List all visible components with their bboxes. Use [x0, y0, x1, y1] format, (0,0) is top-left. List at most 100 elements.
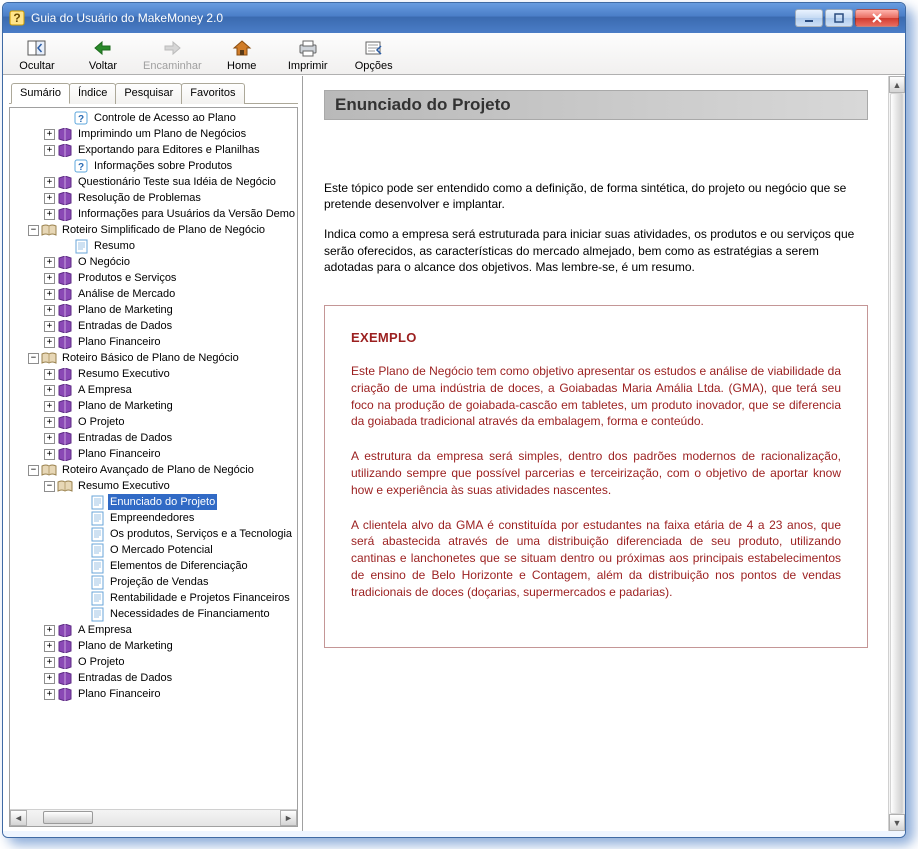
- tree-item-label: O Projeto: [76, 654, 126, 670]
- expand-icon[interactable]: [44, 321, 55, 332]
- scroll-up-button[interactable]: ▲: [889, 76, 905, 93]
- tree-item[interactable]: Entradas de Dados: [12, 670, 298, 686]
- tree-item[interactable]: Plano Financeiro: [12, 334, 298, 350]
- collapse-icon[interactable]: [28, 225, 39, 236]
- expand-icon[interactable]: [44, 145, 55, 156]
- toolbar-voltar[interactable]: Voltar: [77, 37, 129, 72]
- expand-icon[interactable]: [44, 641, 55, 652]
- tab-favoritos[interactable]: Favoritos: [181, 83, 244, 104]
- expand-icon[interactable]: [44, 337, 55, 348]
- toolbar-opcoes[interactable]: Opções: [348, 37, 400, 72]
- expand-icon[interactable]: [44, 129, 55, 140]
- tree-item[interactable]: Questionário Teste sua Idéia de Negócio: [12, 174, 298, 190]
- tree-item[interactable]: Necessidades de Financiamento: [12, 606, 298, 622]
- tree-item[interactable]: Rentabilidade e Projetos Financeiros: [12, 590, 298, 606]
- tree-item[interactable]: Roteiro Básico de Plano de Negócio: [12, 350, 298, 366]
- expand-icon[interactable]: [44, 673, 55, 684]
- tree-item[interactable]: O Negócio: [12, 254, 298, 270]
- tree-item[interactable]: A Empresa: [12, 622, 298, 638]
- expand-icon[interactable]: [44, 401, 55, 412]
- expand-icon[interactable]: [44, 257, 55, 268]
- tab-sumario[interactable]: Sumário: [11, 83, 70, 104]
- expand-icon[interactable]: [44, 433, 55, 444]
- toolbar-label: Home: [227, 60, 256, 72]
- vertical-scrollbar[interactable]: ▲ ▼: [888, 76, 905, 831]
- tree-item[interactable]: Resolução de Problemas: [12, 190, 298, 206]
- svg-text:?: ?: [78, 114, 84, 125]
- expand-icon[interactable]: [44, 417, 55, 428]
- closed-book-icon: [57, 654, 73, 670]
- expand-icon[interactable]: [44, 657, 55, 668]
- tab-indice[interactable]: Índice: [69, 83, 116, 104]
- tree-item-label: Roteiro Simplificado de Plano de Negócio: [60, 222, 267, 238]
- tree-item-label: Plano de Marketing: [76, 302, 175, 318]
- minimize-button[interactable]: [795, 9, 823, 27]
- scroll-down-button[interactable]: ▼: [889, 814, 905, 831]
- expand-icon[interactable]: [44, 625, 55, 636]
- scroll-thumb[interactable]: [890, 93, 903, 814]
- tree-item-label: Resolução de Problemas: [76, 190, 203, 206]
- tree-item[interactable]: Roteiro Simplificado de Plano de Negócio: [12, 222, 298, 238]
- collapse-icon[interactable]: [28, 353, 39, 364]
- tree-item[interactable]: Resumo Executivo: [12, 366, 298, 382]
- tree-item[interactable]: O Mercado Potencial: [12, 542, 298, 558]
- tree-item[interactable]: Resumo Executivo: [12, 478, 298, 494]
- tree-item[interactable]: Análise de Mercado: [12, 286, 298, 302]
- expand-icon[interactable]: [44, 289, 55, 300]
- tree-item[interactable]: Projeção de Vendas: [12, 574, 298, 590]
- tree-item[interactable]: Imprimindo um Plano de Negócios: [12, 126, 298, 142]
- expand-icon[interactable]: [44, 209, 55, 220]
- tree-item[interactable]: ?Controle de Acesso ao Plano: [12, 110, 298, 126]
- tree-item[interactable]: Resumo: [12, 238, 298, 254]
- scroll-right-button[interactable]: ►: [280, 810, 297, 826]
- tree-item[interactable]: Os produtos, Serviços e a Tecnologia: [12, 526, 298, 542]
- collapse-icon[interactable]: [44, 481, 55, 492]
- tab-pesquisar[interactable]: Pesquisar: [115, 83, 182, 104]
- tree-item[interactable]: Plano de Marketing: [12, 638, 298, 654]
- tree-item-label: Produtos e Serviços: [76, 270, 178, 286]
- scroll-left-button[interactable]: ◄: [10, 810, 27, 826]
- tree-item[interactable]: Produtos e Serviços: [12, 270, 298, 286]
- tree-item[interactable]: A Empresa: [12, 382, 298, 398]
- tree-item-label: Projeção de Vendas: [108, 574, 210, 590]
- open-book-icon: [41, 222, 57, 238]
- expand-icon[interactable]: [44, 369, 55, 380]
- open-book-icon: [41, 462, 57, 478]
- expand-icon[interactable]: [44, 385, 55, 396]
- tree-item[interactable]: O Projeto: [12, 414, 298, 430]
- close-button[interactable]: [855, 9, 899, 27]
- tree-item[interactable]: Exportando para Editores e Planilhas: [12, 142, 298, 158]
- expand-icon[interactable]: [44, 305, 55, 316]
- tree-item[interactable]: ?Informações sobre Produtos: [12, 158, 298, 174]
- expand-icon[interactable]: [44, 193, 55, 204]
- tree-item[interactable]: Empreendedores: [12, 510, 298, 526]
- app-icon: ?: [9, 10, 25, 26]
- tree-item[interactable]: Roteiro Avançado de Plano de Negócio: [12, 462, 298, 478]
- back-icon: [92, 37, 114, 59]
- expand-icon[interactable]: [44, 689, 55, 700]
- tree-item[interactable]: Elementos de Diferenciação: [12, 558, 298, 574]
- tree-item[interactable]: Entradas de Dados: [12, 430, 298, 446]
- tree-item[interactable]: Plano Financeiro: [12, 446, 298, 462]
- expand-icon[interactable]: [44, 177, 55, 188]
- maximize-button[interactable]: [825, 9, 853, 27]
- expand-icon[interactable]: [44, 273, 55, 284]
- tree-view[interactable]: ?Controle de Acesso ao PlanoImprimindo u…: [9, 107, 298, 827]
- tree-item[interactable]: Plano de Marketing: [12, 398, 298, 414]
- toolbar-home[interactable]: Home: [216, 37, 268, 72]
- tree-item-label: O Mercado Potencial: [108, 542, 215, 558]
- expand-spacer: [76, 561, 87, 572]
- titlebar[interactable]: ? Guia do Usuário do MakeMoney 2.0: [3, 3, 905, 33]
- tree-item[interactable]: Enunciado do Projeto: [12, 494, 298, 510]
- tree-item[interactable]: Plano de Marketing: [12, 302, 298, 318]
- tree-item[interactable]: Informações para Usuários da Versão Demo: [12, 206, 298, 222]
- tree-item[interactable]: Entradas de Dados: [12, 318, 298, 334]
- tree-item[interactable]: O Projeto: [12, 654, 298, 670]
- toolbar-ocultar[interactable]: Ocultar: [11, 37, 63, 72]
- toolbar-imprimir[interactable]: Imprimir: [282, 37, 334, 72]
- collapse-icon[interactable]: [28, 465, 39, 476]
- tree-item[interactable]: Plano Financeiro: [12, 686, 298, 702]
- expand-icon[interactable]: [44, 449, 55, 460]
- scroll-thumb[interactable]: [43, 811, 93, 824]
- horizontal-scrollbar[interactable]: ◄ ►: [10, 809, 297, 826]
